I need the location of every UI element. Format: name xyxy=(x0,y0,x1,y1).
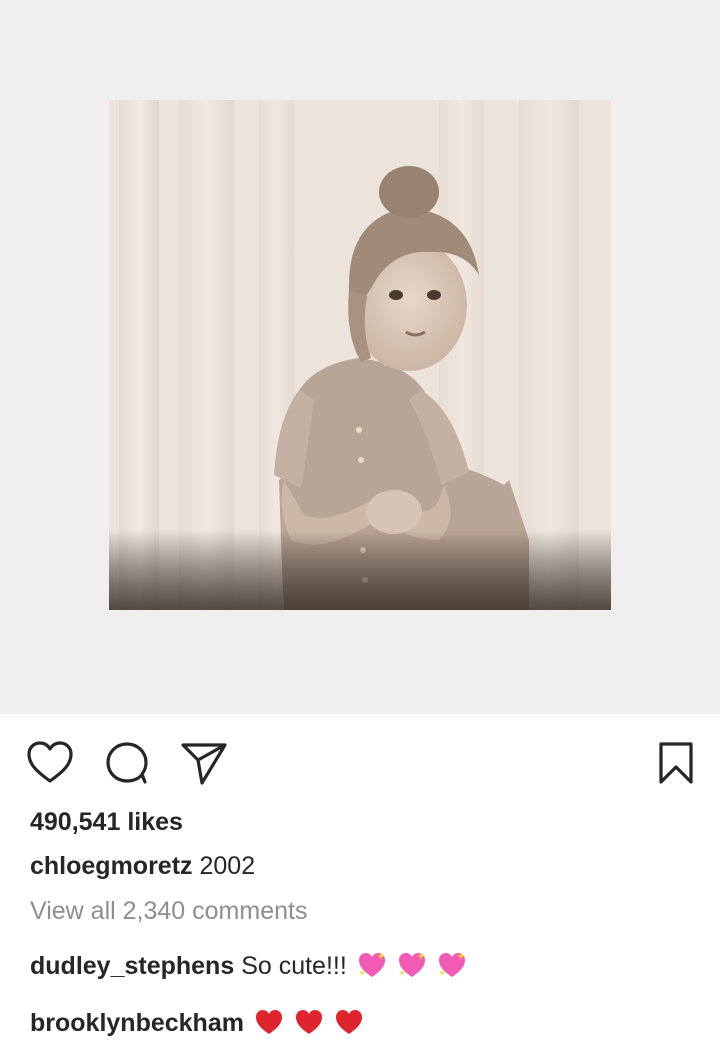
comment-item: dudley_stephens So cute!!! xyxy=(30,951,467,986)
view-all-comments-link[interactable]: View all 2,340 comments xyxy=(30,897,307,926)
sparkling-heart-icon xyxy=(437,951,467,986)
paper-plane-icon[interactable] xyxy=(180,740,228,786)
post-action-bar xyxy=(0,714,720,810)
comment-username[interactable]: brooklynbeckham xyxy=(30,1009,244,1037)
caption-text: 2002 xyxy=(199,852,256,880)
post-caption: chloegmoretz 2002 xyxy=(30,852,255,881)
heart-icon[interactable] xyxy=(26,740,74,784)
comment-item: brooklynbeckham xyxy=(30,1008,364,1043)
sparkling-heart-icon xyxy=(397,951,427,986)
red-heart-icon xyxy=(254,1008,284,1043)
post-media-area xyxy=(0,0,720,714)
comment-text: So cute!!! xyxy=(241,952,347,980)
caption-username[interactable]: chloegmoretz xyxy=(30,852,193,880)
bookmark-icon[interactable] xyxy=(656,740,696,786)
red-heart-icon xyxy=(294,1008,324,1043)
red-heart-icon xyxy=(334,1008,364,1043)
comment-username[interactable]: dudley_stephens xyxy=(30,952,234,980)
sparkling-heart-icon xyxy=(357,951,387,986)
comment-bubble-icon[interactable] xyxy=(104,740,150,786)
post-photo[interactable] xyxy=(109,100,611,610)
likes-count[interactable]: 490,541 likes xyxy=(30,808,183,837)
photo-illustration xyxy=(109,100,611,610)
